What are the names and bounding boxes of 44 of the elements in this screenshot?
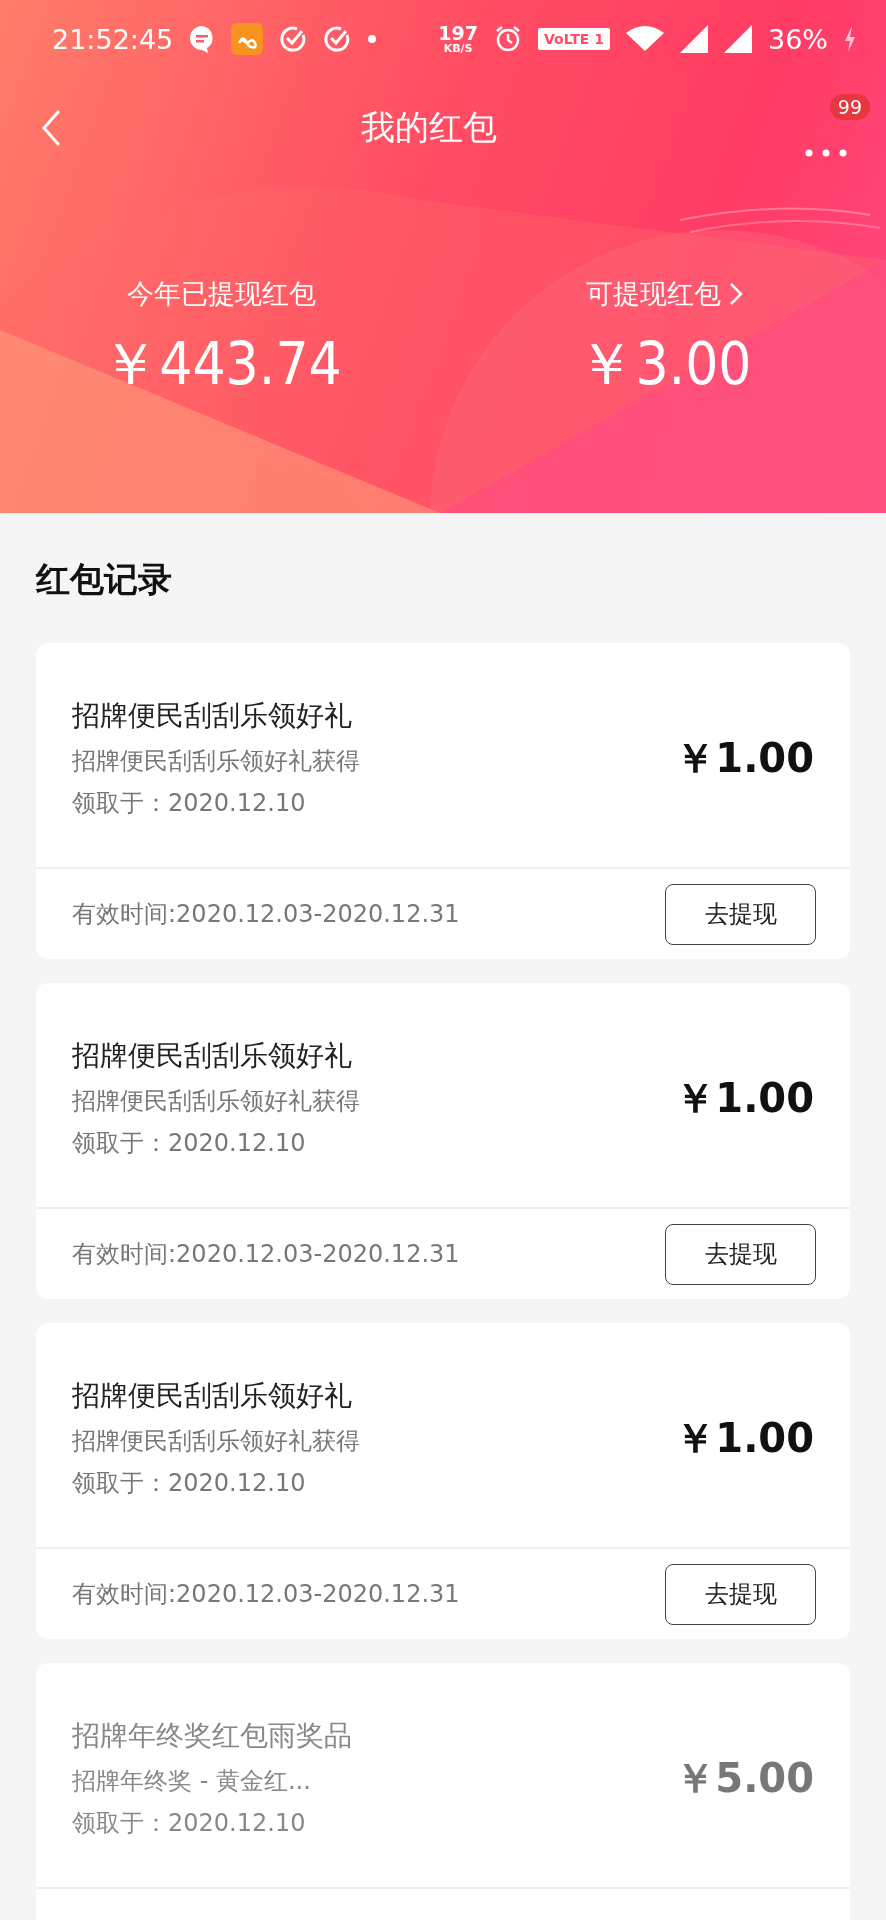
- app-icon: [231, 23, 264, 55]
- charging-icon: [844, 26, 856, 52]
- validity-period: 有效时间:2020.12.03-2020.12.31: [72, 1579, 461, 1610]
- speed-unit: KB/S: [443, 43, 473, 54]
- notification-badge: 99: [829, 94, 870, 120]
- record-date: 领取于：2020.12.10: [72, 1128, 307, 1159]
- dot-icon: [367, 34, 378, 44]
- record-description: 招牌便民刮刮乐领好礼获得: [72, 1086, 361, 1117]
- wifi-icon: [626, 25, 664, 53]
- section-title: 红包记录: [34, 558, 173, 601]
- record-amount: ￥1.00: [675, 1073, 814, 1123]
- check-circle-icon: [279, 25, 308, 53]
- summary-amount: ￥443.74: [101, 329, 342, 400]
- record-amount: ￥5.00: [675, 1753, 814, 1803]
- page-title: 我的红包: [360, 106, 498, 149]
- summary-label: 今年已提现红包: [127, 277, 316, 311]
- record-title: 招牌年终奖红包雨奖品: [72, 1718, 353, 1754]
- record-amount: ￥1.00: [675, 1413, 814, 1463]
- record-title: 招牌便民刮刮乐领好礼: [72, 1038, 353, 1074]
- status-time: 21:52:45: [52, 23, 174, 55]
- volte-badge: VoLTE 1: [537, 28, 610, 50]
- summary-amount: ￥3.00: [577, 329, 752, 400]
- validity-period: 有效时间:2020.12.03-2020.12.31: [72, 1239, 461, 1270]
- record-title: 招牌便民刮刮乐领好礼: [72, 1378, 353, 1414]
- withdraw-button[interactable]: 去提现: [665, 1223, 816, 1285]
- record-date: 领取于：2020.12.10: [72, 788, 307, 819]
- withdraw-button[interactable]: 去提现: [665, 883, 816, 945]
- validity-period: 有效时间:2020.12.03-2020.12.31: [72, 899, 461, 930]
- record-description: 招牌年终奖 - 黄金红...: [72, 1766, 312, 1797]
- record-description: 招牌便民刮刮乐领好礼获得: [72, 746, 361, 777]
- back-icon[interactable]: [40, 108, 62, 148]
- withdraw-button[interactable]: 去提现: [665, 1563, 816, 1625]
- record-date: 领取于：2020.12.10: [72, 1808, 307, 1839]
- check-circle-icon: [323, 25, 352, 53]
- signal-icon: [680, 25, 708, 53]
- record-title: 招牌便民刮刮乐领好礼: [72, 698, 353, 734]
- record-description: 招牌便民刮刮乐领好礼获得: [72, 1426, 361, 1457]
- more-icon[interactable]: [804, 148, 848, 158]
- record-date: 领取于：2020.12.10: [72, 1468, 307, 1499]
- battery-level: 36%: [768, 23, 828, 55]
- record-amount: ￥1.00: [675, 733, 814, 783]
- network-speed: 197: [438, 24, 478, 43]
- chevron-right-icon[interactable]: [729, 282, 743, 306]
- signal-icon: [724, 25, 752, 53]
